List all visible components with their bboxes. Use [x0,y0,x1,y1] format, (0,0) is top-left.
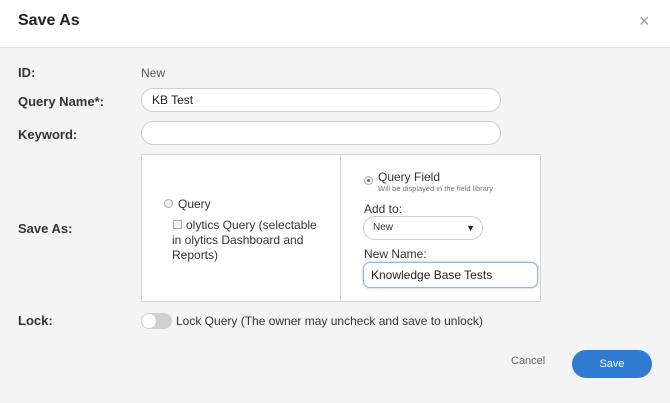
analytics-query-label: olytics Query (selectable in olytics Das… [172,218,317,262]
id-value: New [141,66,166,80]
query-field-radio[interactable] [364,176,373,185]
dialog-header: Save As × [0,0,670,48]
chevron-down-icon: ▼ [466,223,475,233]
lock-description: Lock Query (The owner may uncheck and sa… [176,314,483,328]
close-icon[interactable]: × [639,12,650,30]
panel-divider [340,155,341,301]
new-name-input[interactable] [363,262,538,288]
query-field-option-label: Query Field [378,170,441,184]
lock-label: Lock: [18,313,53,328]
query-name-label: Query Name*: [18,94,104,109]
query-name-input[interactable] [141,88,501,112]
keyword-label: Keyword: [18,127,78,142]
cancel-button[interactable]: Cancel [511,355,545,367]
query-radio[interactable] [164,199,173,208]
dialog-title: Save As [18,12,80,29]
save-button[interactable]: Save [572,350,652,378]
query-option-label: Query [178,197,211,211]
new-name-label: New Name: [364,247,427,261]
toggle-knob [142,314,156,328]
keyword-input[interactable] [141,121,501,145]
save-as-dialog: Save As × ID: New Query Name*: Keyword: … [0,0,670,403]
add-to-selected-value: New [373,222,394,233]
id-label: ID: [18,65,36,80]
add-to-select[interactable]: New ▼ [363,216,483,240]
save-as-label: Save As: [18,221,73,236]
add-to-label: Add to: [364,202,403,216]
lock-toggle[interactable] [141,313,172,329]
query-field-hint: Will be displayed in the field library [378,184,494,193]
